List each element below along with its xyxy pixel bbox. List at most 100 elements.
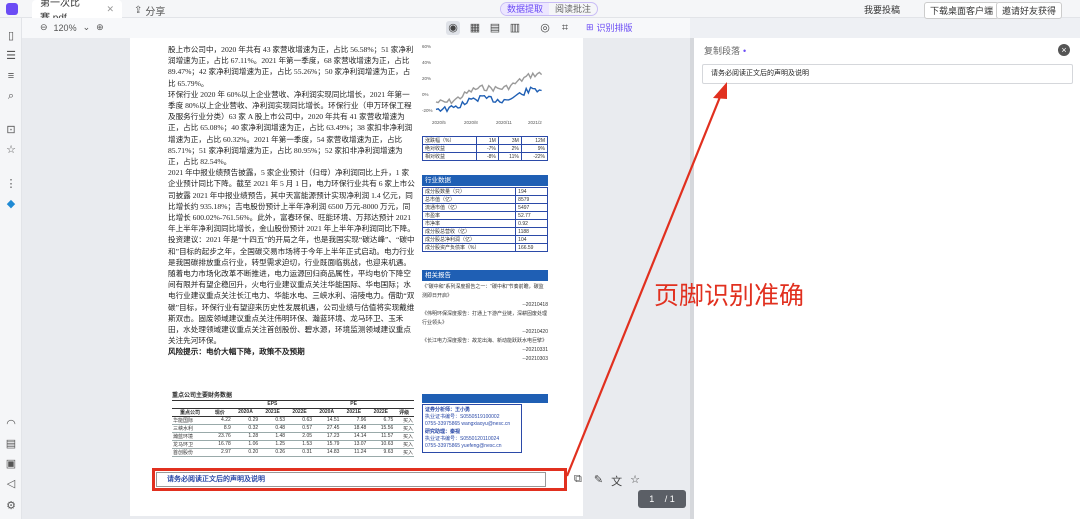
paragraph: 投资建议：2021 年是“十四五”的开局之年，也是我国实现“碳达峰”、“碳中和”… — [168, 235, 415, 346]
table-row: 三峡水利 8.9 0.32 0.48 0.57 27.45 18.48 15.56 买入 — [172, 424, 414, 433]
related-report-date: --20210420 — [522, 329, 548, 335]
pe-header: PE — [313, 400, 395, 409]
table-row: 涨跌幅（%） 1M 3M 12M — [421, 136, 549, 145]
table-cell: 买入 — [394, 432, 414, 441]
translate-icon[interactable]: 文 — [611, 473, 622, 489]
list-icon[interactable]: ☰ — [5, 50, 17, 62]
close-icon[interactable]: × — [1058, 44, 1070, 56]
table-cell: 0.63 — [286, 416, 314, 425]
share-nodes-icon[interactable]: ⋮ — [5, 178, 17, 190]
table-header-group: EPS PE — [172, 400, 414, 409]
edit-pen-icon[interactable]: ✎ — [594, 473, 603, 489]
page-icon[interactable]: ▥ — [508, 21, 522, 35]
file-tab[interactable]: 第一次比赛.pdf ✕ — [32, 0, 122, 24]
table-cell: 13.07 — [340, 440, 368, 449]
contribute-link[interactable]: 我要投稿 — [864, 3, 900, 16]
table-icon[interactable]: ▤ — [488, 21, 502, 35]
panel-header: 复制段落 • — [704, 44, 746, 57]
zoom-control[interactable]: ⊖ 120% ⌄ ⊕ — [40, 22, 104, 33]
table-row: 瀚蓝环境 23.76 1.28 1.48 2.05 17.23 14.14 11.57 买入 — [172, 432, 414, 441]
camera-icon[interactable]: ◎ — [538, 21, 552, 35]
x-tick-label: 2020/11 — [496, 120, 512, 125]
section-bar — [422, 394, 548, 403]
related-report-title: 《长江电力深度报告：故龙出海、新动能跃跃水电巨擘》 — [422, 338, 548, 344]
annotation-label: 页脚识别准确 — [654, 281, 805, 310]
title-bar: 第一次比赛.pdf ✕ ⇪ 分享 数据提取 阅读批注 我要投稿 下载桌面客户端 … — [0, 0, 1080, 24]
zoom-in-icon[interactable]: ⊕ — [96, 22, 104, 33]
save-icon[interactable]: ▣ — [5, 458, 17, 470]
table-row: 成分股资产负债率（%） 166.59 — [421, 243, 548, 252]
eps-header: EPS — [231, 400, 314, 409]
tab-data-extract[interactable]: 数据提取 — [501, 3, 550, 15]
footer-text-block[interactable]: 请务必阅读正文后的声明及说明 — [156, 472, 546, 487]
settings-gear-icon[interactable]: ⚙ — [5, 500, 17, 512]
ai-icon[interactable]: ◆ — [5, 198, 17, 210]
star-icon[interactable]: ☆ — [5, 144, 17, 156]
chevron-down-icon[interactable]: ⌄ — [83, 22, 91, 33]
table-cell: 相对收益 — [421, 152, 478, 161]
table-cell: 龙马环卫 — [172, 440, 209, 449]
table-cell: 0.48 — [259, 424, 287, 433]
crop-icon[interactable]: ⌗ — [558, 21, 572, 35]
table-cell: 1.48 — [259, 432, 287, 441]
document-toolbar: ⊖ 120% ⌄ ⊕ ◉ ▦ ▤ ▥ ◎ ⌗ ⊞ 识别排版 — [22, 18, 690, 38]
page-indicator[interactable]: 1 / 1 — [638, 490, 686, 508]
table-cell: 1.53 — [286, 440, 314, 449]
price-chart: 60% 40% 20% 0% -20% 2020/5 2020/8 2020/11 2021/… — [422, 44, 542, 125]
table-header-cell: 重点公司 — [172, 407, 209, 417]
invite-button[interactable]: 邀请好友获得 — [996, 2, 1063, 19]
y-tick-label: 40% — [422, 60, 431, 65]
total-pages: / 1 — [664, 494, 675, 504]
tab-read-annotate[interactable]: 阅读批注 — [549, 3, 597, 15]
document-viewer[interactable]: 股上市公司中，2020 年共有 43 家营收增速为正，占比 56.58%；51 … — [22, 38, 690, 519]
table-cell: 8579 — [515, 195, 548, 204]
app-logo-icon[interactable] — [6, 3, 18, 15]
search-icon[interactable]: ⌕ — [5, 90, 17, 102]
table-cell: 9% — [520, 144, 549, 153]
zoom-level[interactable]: 120% — [54, 23, 77, 33]
headset-icon[interactable]: ◠ — [5, 418, 17, 430]
table-cell: 10.63 — [367, 440, 395, 449]
favorite-star-icon[interactable]: ☆ — [630, 473, 640, 489]
y-tick-label: 60% — [422, 44, 431, 49]
download-client-button[interactable]: 下载桌面客户端 — [924, 2, 1000, 19]
speaker-icon[interactable]: ◁ — [5, 478, 17, 490]
related-reports-header: 相关报告 — [422, 270, 548, 281]
mode-switch[interactable]: 数据提取 阅读批注 — [500, 2, 599, 16]
info-icon: • — [743, 45, 747, 56]
layout-grid-icon[interactable]: ▦ — [468, 21, 482, 35]
financial-table-title: 重点公司主要财务数据 — [172, 393, 233, 399]
note-icon[interactable]: ▤ — [5, 438, 17, 450]
close-icon[interactable]: ✕ — [106, 4, 114, 15]
table-cell: 16.78 — [208, 440, 232, 449]
table-header: 重点公司 现价 2020A 2021E 2022E 2020A 2021E 2022E 评级 — [172, 407, 414, 417]
financial-table: EPS PE 重点公司 现价 2020A 2021E 2022E 2020A 2021E 20… — [172, 400, 414, 457]
related-report-title: 《伟明环保深度报告：打通上下游产业链，深耕固废处理行业领头》 — [422, 311, 548, 326]
zoom-out-icon[interactable]: ⊖ — [40, 22, 48, 33]
related-report-date: --20210331 — [522, 347, 548, 353]
table-cell: 104 — [515, 235, 548, 244]
table-cell: 1.06 — [231, 440, 260, 449]
panel-title: 复制段落 — [704, 46, 741, 56]
extracted-text-field[interactable]: 请务必阅读正文后的声明及说明 — [702, 64, 1073, 84]
lock-icon[interactable]: ⊡ — [5, 124, 17, 136]
file-icon[interactable]: ▯ — [5, 30, 17, 42]
share-button[interactable]: ⇪ 分享 — [134, 3, 165, 18]
related-reports-list: 《“碳中和”系列深度报告之一：“碳中和”节奏前瞻，碳监测即日开启》 --20210… — [422, 283, 548, 364]
analyst-line: 研究助理：秦视 — [425, 428, 461, 435]
outline-icon[interactable]: ≡ — [5, 70, 17, 82]
performance-table: 涨跌幅（%） 1M 3M 12M 绝对收益 -7% 2% 9% 相对收益 -8% 11% -22% — [421, 136, 549, 161]
table-cell: 首创股份 — [172, 448, 209, 457]
left-sidebar: ▯ ☰ ≡ ⌕ ⊡ ☆ ⋮ ◆ ◠ ▤ ▣ ◁ ⚙ — [0, 18, 22, 519]
table-header-cell: 2020A — [313, 407, 341, 417]
view-eye-icon[interactable]: ◉ — [446, 21, 460, 35]
table-cell: 11% — [497, 152, 522, 161]
ocr-layout-button[interactable]: ⊞ 识别排版 — [586, 21, 633, 34]
table-cell: 成分股数量（只） — [421, 187, 517, 196]
copy-icon[interactable]: ⧉ — [574, 473, 582, 489]
table-cell: 1.28 — [231, 432, 260, 441]
table-row: 总市值（亿） 8579 — [421, 195, 548, 204]
table-cell: 买入 — [394, 416, 414, 425]
table-cell: 0.92 — [515, 219, 548, 228]
table-row: 市盈率 52.77 — [421, 211, 548, 220]
